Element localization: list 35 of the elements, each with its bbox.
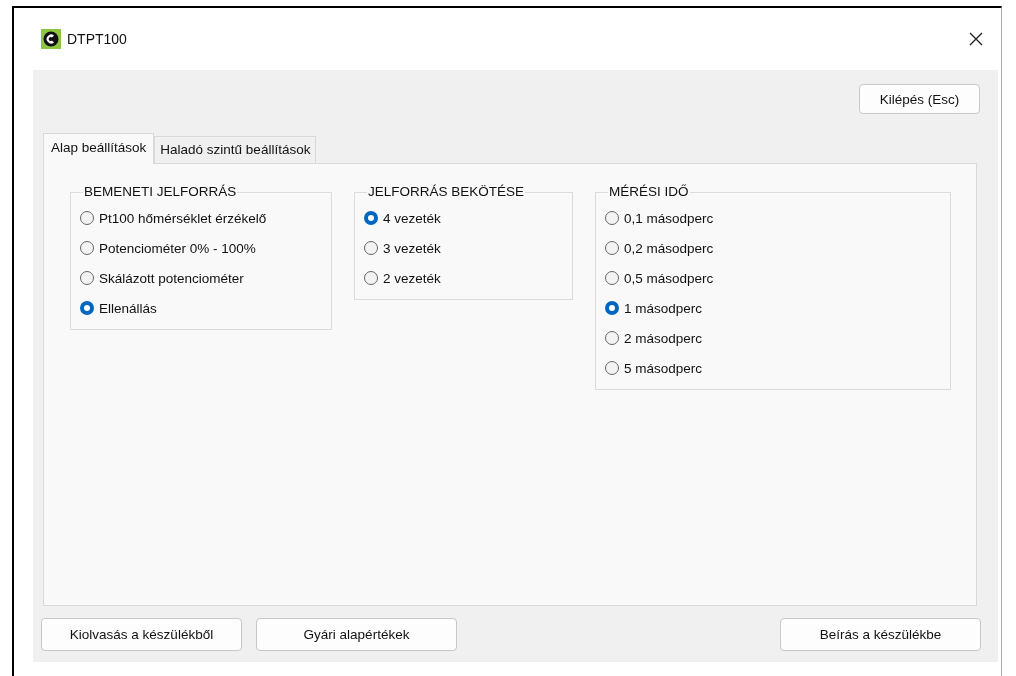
radio-button[interactable] [80, 301, 94, 315]
action-button[interactable]: Gyári alapértékek [256, 618, 457, 651]
radio-button[interactable] [605, 271, 619, 285]
tab[interactable]: Alap beállítások [43, 133, 155, 164]
radio-label[interactable]: 4 vezeték [383, 210, 441, 226]
action-button[interactable]: Beírás a készülékbe [780, 618, 981, 651]
radio-label[interactable]: 0,2 másodperc [624, 240, 714, 256]
close-icon[interactable] [969, 32, 983, 46]
radio-label[interactable]: 5 másodperc [624, 360, 703, 376]
action-button[interactable]: Kiolvasás a készülékből [41, 618, 242, 651]
radio-label[interactable]: 0,1 másodperc [624, 210, 714, 226]
radio-label[interactable]: 2 vezeték [383, 270, 441, 286]
radio-button[interactable] [80, 241, 94, 255]
radio-label[interactable]: Potenciométer 0% - 100% [99, 240, 256, 256]
radio-button[interactable] [605, 301, 619, 315]
radio-button[interactable] [80, 271, 94, 285]
radio-button[interactable] [605, 211, 619, 225]
radio-button[interactable] [80, 211, 94, 225]
radio-button[interactable] [364, 271, 378, 285]
radio-label[interactable]: 1 másodperc [624, 300, 703, 316]
exit-button[interactable]: Kilépés (Esc) [859, 84, 980, 114]
radio-button[interactable] [364, 241, 378, 255]
radio-button[interactable] [605, 331, 619, 345]
radio-label[interactable]: 0,5 másodperc [624, 270, 714, 286]
radio-label[interactable]: 2 másodperc [624, 330, 703, 346]
app-logo-icon [41, 29, 61, 49]
window-title: DTPT100 [67, 31, 127, 47]
radio-button[interactable] [364, 211, 378, 225]
radio-button[interactable] [605, 241, 619, 255]
radio-label[interactable]: Pt100 hőmérséklet érzékelő [99, 210, 267, 226]
radio-button[interactable] [605, 361, 619, 375]
radio-label[interactable]: Ellenállás [99, 300, 157, 316]
radio-label[interactable]: Skálázott potenciométer [99, 270, 244, 286]
radio-label[interactable]: 3 vezeték [383, 240, 441, 256]
tab[interactable]: Haladó szintű beállítások [154, 136, 317, 163]
